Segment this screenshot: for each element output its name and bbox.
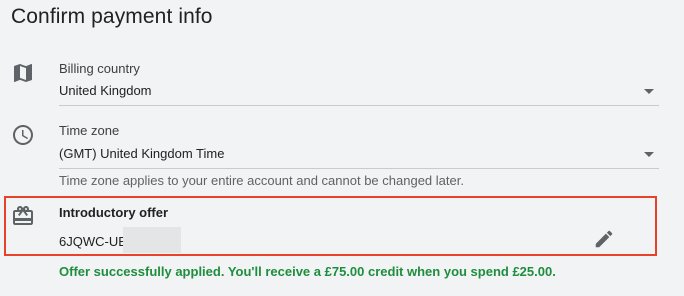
chevron-down-icon (644, 152, 654, 157)
billing-country-label: Billing country (59, 61, 140, 76)
time-zone-underline (59, 168, 659, 169)
chevron-down-icon (644, 89, 654, 94)
map-icon (11, 61, 35, 85)
billing-country-select[interactable]: United Kingdom (59, 80, 659, 106)
billing-country-underline (59, 105, 659, 106)
time-zone-value: (GMT) United Kingdom Time (59, 146, 225, 161)
offer-code: 6JQWC-UE( (59, 234, 132, 249)
offer-title: Introductory offer (59, 205, 169, 220)
time-zone-select[interactable]: (GMT) United Kingdom Time (59, 143, 659, 169)
gift-card-icon (11, 204, 35, 228)
offer-success-message: Offer successfully applied. You'll recei… (59, 264, 556, 279)
clock-icon (11, 123, 35, 147)
time-zone-helper-text: Time zone applies to your entire account… (59, 173, 464, 188)
page-title: Confirm payment info (11, 5, 213, 28)
pencil-icon[interactable] (593, 228, 615, 250)
redacted-code-block (123, 227, 181, 253)
time-zone-label: Time zone (59, 123, 120, 138)
billing-country-value: United Kingdom (59, 83, 152, 98)
